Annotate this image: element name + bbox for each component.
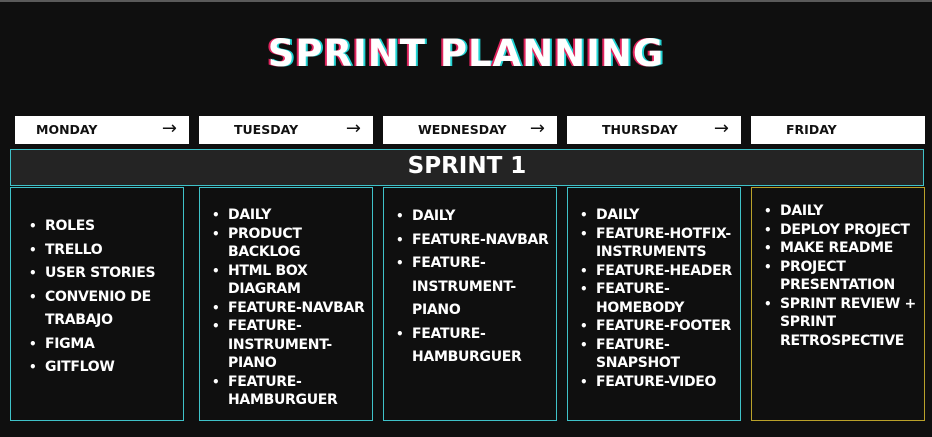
day-column-monday: ROLES TRELLO USER STORIES CONVENIO DE TR… (10, 187, 184, 421)
list-item: TRELLO (29, 239, 179, 263)
day-column-friday: DAILY DEPLOY PROJECT MAKE README PROJECT… (751, 187, 925, 421)
list-item: DAILY (764, 202, 924, 221)
day-label: THURSDAY (602, 122, 678, 137)
list-item: FEATURE-HEADER (580, 262, 742, 281)
sprint-label: SPRINT 1 (10, 149, 924, 186)
day-column-thursday: DAILY FEATURE-HOTFIX-INSTRUMENTS FEATURE… (567, 187, 741, 421)
list-item: PROJECT PRESENTATION (764, 258, 924, 295)
list-item: FEATURE-HAMBURGUER (396, 323, 554, 370)
task-list: DAILY PRODUCT BACKLOG HTML BOX DIAGRAM F… (212, 206, 370, 410)
sprint-planning-board: SPRINT PLANNING MONDAY → TUESDAY → WEDNE… (0, 0, 932, 437)
list-item: FEATURE-SNAPSHOT (580, 336, 742, 373)
arrow-right-icon: → (345, 118, 361, 139)
list-item: FIGMA (29, 333, 179, 357)
arrow-right-icon: → (161, 118, 177, 139)
list-item: FEATURE-NAVBAR (212, 299, 370, 318)
list-item: FEATURE-VIDEO (580, 373, 742, 392)
list-item: FEATURE-HOTFIX-INSTRUMENTS (580, 225, 742, 262)
list-item: FEATURE-HAMBURGUER (212, 373, 370, 410)
task-list: DAILY DEPLOY PROJECT MAKE README PROJECT… (764, 202, 924, 350)
list-item: PRODUCT BACKLOG (212, 225, 370, 262)
list-item: ROLES (29, 215, 179, 239)
task-list: DAILY FEATURE-NAVBAR FEATURE-INSTRUMENT-… (396, 205, 554, 370)
list-item: HTML BOX DIAGRAM (212, 262, 370, 299)
list-item: FEATURE-HOMEBODY (580, 280, 742, 317)
list-item: DEPLOY PROJECT (764, 221, 924, 240)
day-label: WEDNESDAY (418, 122, 507, 137)
task-list: DAILY FEATURE-HOTFIX-INSTRUMENTS FEATURE… (580, 206, 742, 391)
day-header-tuesday: TUESDAY → (199, 116, 373, 144)
list-item: DAILY (580, 206, 742, 225)
day-header-monday: MONDAY → (15, 116, 189, 144)
list-item: GITFLOW (29, 356, 179, 380)
day-label: FRIDAY (786, 122, 837, 137)
day-label: TUESDAY (234, 122, 299, 137)
day-header-thursday: THURSDAY → (567, 116, 741, 144)
day-header-friday: FRIDAY (751, 116, 925, 144)
list-item: FEATURE-FOOTER (580, 317, 742, 336)
arrow-right-icon: → (529, 118, 545, 139)
list-item: FEATURE-INSTRUMENT-PIANO (212, 317, 370, 373)
task-list: ROLES TRELLO USER STORIES CONVENIO DE TR… (29, 215, 179, 380)
day-column-wednesday: DAILY FEATURE-NAVBAR FEATURE-INSTRUMENT-… (383, 187, 557, 421)
list-item: CONVENIO DE TRABAJO (29, 286, 179, 333)
list-item: SPRINT REVIEW + SPRINT RETROSPECTIVE (764, 295, 924, 351)
list-item: DAILY (212, 206, 370, 225)
page-title: SPRINT PLANNING (267, 32, 665, 75)
list-item: MAKE README (764, 239, 924, 258)
list-item: FEATURE-INSTRUMENT-PIANO (396, 252, 554, 323)
list-item: DAILY (396, 205, 554, 229)
day-label: MONDAY (36, 122, 98, 137)
list-item: USER STORIES (29, 262, 179, 286)
arrow-right-icon: → (713, 118, 729, 139)
list-item: FEATURE-NAVBAR (396, 229, 554, 253)
day-column-tuesday: DAILY PRODUCT BACKLOG HTML BOX DIAGRAM F… (199, 187, 373, 421)
day-header-wednesday: WEDNESDAY → (383, 116, 557, 144)
